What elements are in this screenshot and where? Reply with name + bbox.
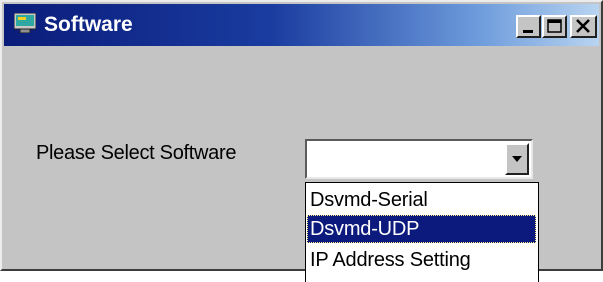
software-dropdown-list: Dsvmd-Serial Dsvmd-UDP IP Address Settin… <box>305 182 539 282</box>
software-window: Software Please Select Software Dsvmd-Se… <box>0 0 603 282</box>
maximize-button[interactable] <box>542 15 567 38</box>
computer-monitor-icon <box>13 12 37 34</box>
close-button[interactable] <box>570 15 597 38</box>
minimize-button[interactable] <box>516 15 541 38</box>
option-dsvmd-serial[interactable]: Dsvmd-Serial <box>307 186 536 214</box>
window-title: Software <box>44 13 133 36</box>
combobox-dropdown-button[interactable] <box>505 143 529 175</box>
software-combobox[interactable] <box>305 139 533 179</box>
option-dsvmd-udp[interactable]: Dsvmd-UDP <box>307 215 536 243</box>
title-bar[interactable]: Software <box>4 4 599 46</box>
select-software-label: Please Select Software <box>36 142 237 164</box>
option-ip-address-setting[interactable]: IP Address Setting <box>307 246 536 274</box>
